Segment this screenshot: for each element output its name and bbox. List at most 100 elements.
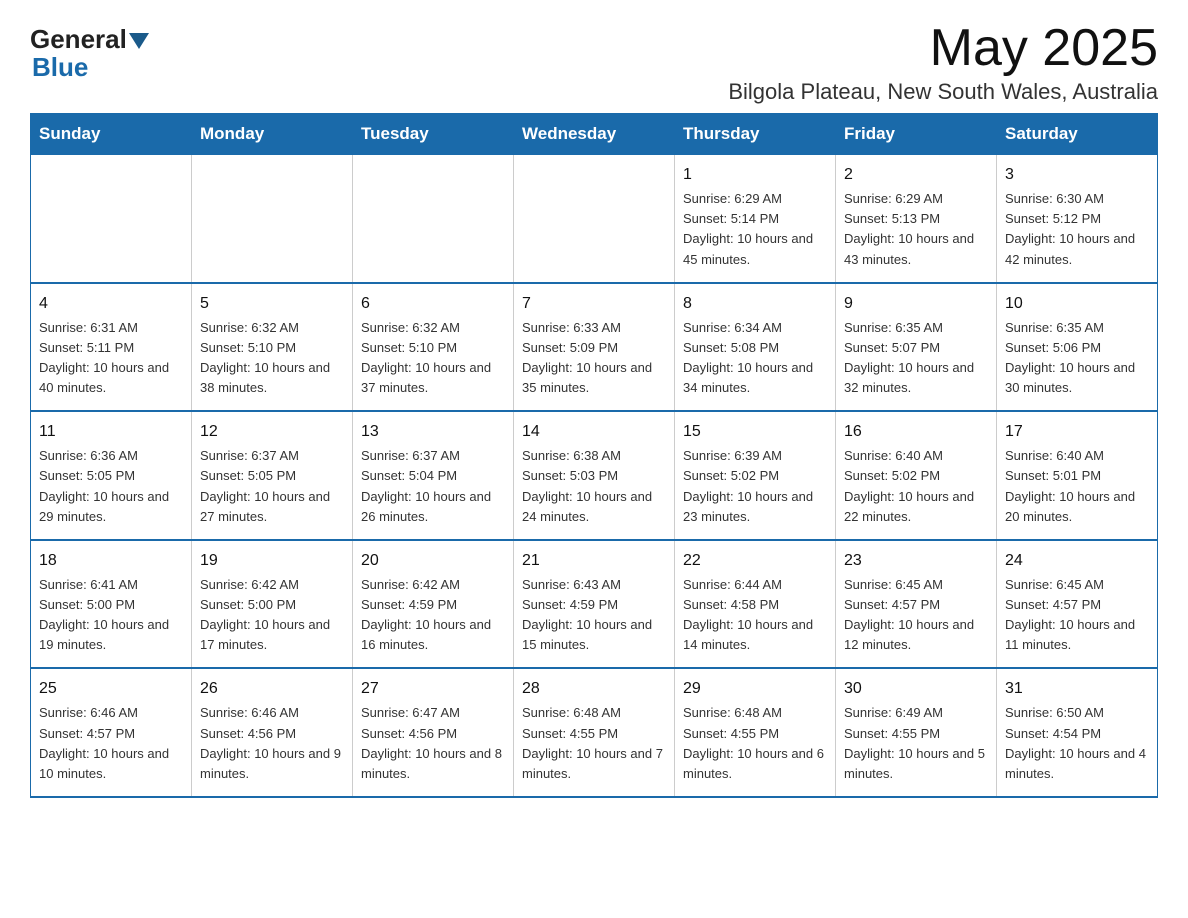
- day-number: 6: [361, 292, 505, 316]
- day-number: 22: [683, 549, 827, 573]
- day-number: 17: [1005, 420, 1149, 444]
- calendar-header-thursday: Thursday: [675, 114, 836, 155]
- day-info: Sunrise: 6:29 AMSunset: 5:14 PMDaylight:…: [683, 189, 827, 270]
- calendar-cell: 13Sunrise: 6:37 AMSunset: 5:04 PMDayligh…: [353, 411, 514, 540]
- calendar-cell: 30Sunrise: 6:49 AMSunset: 4:55 PMDayligh…: [836, 668, 997, 797]
- day-info: Sunrise: 6:40 AMSunset: 5:02 PMDaylight:…: [844, 446, 988, 527]
- calendar-cell: 27Sunrise: 6:47 AMSunset: 4:56 PMDayligh…: [353, 668, 514, 797]
- calendar-week-row: 25Sunrise: 6:46 AMSunset: 4:57 PMDayligh…: [31, 668, 1158, 797]
- day-number: 10: [1005, 292, 1149, 316]
- day-info: Sunrise: 6:35 AMSunset: 5:07 PMDaylight:…: [844, 318, 988, 399]
- day-number: 20: [361, 549, 505, 573]
- day-number: 14: [522, 420, 666, 444]
- calendar-cell: 31Sunrise: 6:50 AMSunset: 4:54 PMDayligh…: [997, 668, 1158, 797]
- day-info: Sunrise: 6:43 AMSunset: 4:59 PMDaylight:…: [522, 575, 666, 656]
- day-number: 9: [844, 292, 988, 316]
- calendar-cell: 28Sunrise: 6:48 AMSunset: 4:55 PMDayligh…: [514, 668, 675, 797]
- day-info: Sunrise: 6:39 AMSunset: 5:02 PMDaylight:…: [683, 446, 827, 527]
- day-info: Sunrise: 6:40 AMSunset: 5:01 PMDaylight:…: [1005, 446, 1149, 527]
- calendar-cell: 15Sunrise: 6:39 AMSunset: 5:02 PMDayligh…: [675, 411, 836, 540]
- day-number: 2: [844, 163, 988, 187]
- calendar-header-monday: Monday: [192, 114, 353, 155]
- day-info: Sunrise: 6:34 AMSunset: 5:08 PMDaylight:…: [683, 318, 827, 399]
- calendar-cell: 23Sunrise: 6:45 AMSunset: 4:57 PMDayligh…: [836, 540, 997, 669]
- day-number: 12: [200, 420, 344, 444]
- day-number: 28: [522, 677, 666, 701]
- calendar-week-row: 1Sunrise: 6:29 AMSunset: 5:14 PMDaylight…: [31, 155, 1158, 283]
- calendar-cell: [353, 155, 514, 283]
- day-number: 25: [39, 677, 183, 701]
- day-number: 13: [361, 420, 505, 444]
- day-info: Sunrise: 6:31 AMSunset: 5:11 PMDaylight:…: [39, 318, 183, 399]
- day-info: Sunrise: 6:48 AMSunset: 4:55 PMDaylight:…: [683, 703, 827, 784]
- day-info: Sunrise: 6:46 AMSunset: 4:57 PMDaylight:…: [39, 703, 183, 784]
- calendar-week-row: 11Sunrise: 6:36 AMSunset: 5:05 PMDayligh…: [31, 411, 1158, 540]
- logo-blue-text: Blue: [32, 52, 88, 82]
- day-number: 18: [39, 549, 183, 573]
- day-number: 31: [1005, 677, 1149, 701]
- day-info: Sunrise: 6:38 AMSunset: 5:03 PMDaylight:…: [522, 446, 666, 527]
- day-info: Sunrise: 6:47 AMSunset: 4:56 PMDaylight:…: [361, 703, 505, 784]
- logo: General Blue: [30, 20, 151, 83]
- calendar-cell: 12Sunrise: 6:37 AMSunset: 5:05 PMDayligh…: [192, 411, 353, 540]
- day-number: 15: [683, 420, 827, 444]
- day-number: 8: [683, 292, 827, 316]
- calendar-cell: 16Sunrise: 6:40 AMSunset: 5:02 PMDayligh…: [836, 411, 997, 540]
- location-subtitle: Bilgola Plateau, New South Wales, Austra…: [728, 79, 1158, 105]
- title-section: May 2025 Bilgola Plateau, New South Wale…: [728, 20, 1158, 105]
- calendar-cell: 7Sunrise: 6:33 AMSunset: 5:09 PMDaylight…: [514, 283, 675, 412]
- calendar-cell: 20Sunrise: 6:42 AMSunset: 4:59 PMDayligh…: [353, 540, 514, 669]
- calendar-week-row: 4Sunrise: 6:31 AMSunset: 5:11 PMDaylight…: [31, 283, 1158, 412]
- day-info: Sunrise: 6:35 AMSunset: 5:06 PMDaylight:…: [1005, 318, 1149, 399]
- calendar-cell: 10Sunrise: 6:35 AMSunset: 5:06 PMDayligh…: [997, 283, 1158, 412]
- calendar-cell: 19Sunrise: 6:42 AMSunset: 5:00 PMDayligh…: [192, 540, 353, 669]
- calendar-cell: 22Sunrise: 6:44 AMSunset: 4:58 PMDayligh…: [675, 540, 836, 669]
- day-info: Sunrise: 6:42 AMSunset: 4:59 PMDaylight:…: [361, 575, 505, 656]
- calendar-week-row: 18Sunrise: 6:41 AMSunset: 5:00 PMDayligh…: [31, 540, 1158, 669]
- calendar-cell: 25Sunrise: 6:46 AMSunset: 4:57 PMDayligh…: [31, 668, 192, 797]
- calendar-cell: 1Sunrise: 6:29 AMSunset: 5:14 PMDaylight…: [675, 155, 836, 283]
- day-number: 27: [361, 677, 505, 701]
- calendar-cell: 26Sunrise: 6:46 AMSunset: 4:56 PMDayligh…: [192, 668, 353, 797]
- day-number: 29: [683, 677, 827, 701]
- day-number: 30: [844, 677, 988, 701]
- calendar-cell: [192, 155, 353, 283]
- day-number: 1: [683, 163, 827, 187]
- calendar-cell: 11Sunrise: 6:36 AMSunset: 5:05 PMDayligh…: [31, 411, 192, 540]
- calendar-cell: 18Sunrise: 6:41 AMSunset: 5:00 PMDayligh…: [31, 540, 192, 669]
- day-info: Sunrise: 6:42 AMSunset: 5:00 PMDaylight:…: [200, 575, 344, 656]
- calendar-header-row: SundayMondayTuesdayWednesdayThursdayFrid…: [31, 114, 1158, 155]
- day-number: 7: [522, 292, 666, 316]
- calendar-header-sunday: Sunday: [31, 114, 192, 155]
- day-number: 3: [1005, 163, 1149, 187]
- calendar-header-saturday: Saturday: [997, 114, 1158, 155]
- calendar-cell: [514, 155, 675, 283]
- day-number: 5: [200, 292, 344, 316]
- day-info: Sunrise: 6:32 AMSunset: 5:10 PMDaylight:…: [200, 318, 344, 399]
- day-info: Sunrise: 6:46 AMSunset: 4:56 PMDaylight:…: [200, 703, 344, 784]
- calendar-header-wednesday: Wednesday: [514, 114, 675, 155]
- calendar-cell: 4Sunrise: 6:31 AMSunset: 5:11 PMDaylight…: [31, 283, 192, 412]
- calendar-cell: 21Sunrise: 6:43 AMSunset: 4:59 PMDayligh…: [514, 540, 675, 669]
- day-info: Sunrise: 6:37 AMSunset: 5:04 PMDaylight:…: [361, 446, 505, 527]
- day-number: 11: [39, 420, 183, 444]
- day-info: Sunrise: 6:29 AMSunset: 5:13 PMDaylight:…: [844, 189, 988, 270]
- day-info: Sunrise: 6:44 AMSunset: 4:58 PMDaylight:…: [683, 575, 827, 656]
- calendar-cell: 29Sunrise: 6:48 AMSunset: 4:55 PMDayligh…: [675, 668, 836, 797]
- calendar-cell: 9Sunrise: 6:35 AMSunset: 5:07 PMDaylight…: [836, 283, 997, 412]
- day-number: 23: [844, 549, 988, 573]
- day-info: Sunrise: 6:45 AMSunset: 4:57 PMDaylight:…: [1005, 575, 1149, 656]
- day-info: Sunrise: 6:50 AMSunset: 4:54 PMDaylight:…: [1005, 703, 1149, 784]
- day-info: Sunrise: 6:45 AMSunset: 4:57 PMDaylight:…: [844, 575, 988, 656]
- calendar-header-friday: Friday: [836, 114, 997, 155]
- day-info: Sunrise: 6:33 AMSunset: 5:09 PMDaylight:…: [522, 318, 666, 399]
- calendar-cell: 2Sunrise: 6:29 AMSunset: 5:13 PMDaylight…: [836, 155, 997, 283]
- day-number: 16: [844, 420, 988, 444]
- day-info: Sunrise: 6:49 AMSunset: 4:55 PMDaylight:…: [844, 703, 988, 784]
- calendar-table: SundayMondayTuesdayWednesdayThursdayFrid…: [30, 113, 1158, 798]
- day-number: 21: [522, 549, 666, 573]
- calendar-cell: 8Sunrise: 6:34 AMSunset: 5:08 PMDaylight…: [675, 283, 836, 412]
- calendar-cell: 6Sunrise: 6:32 AMSunset: 5:10 PMDaylight…: [353, 283, 514, 412]
- logo-general-text: General: [30, 26, 127, 52]
- day-number: 4: [39, 292, 183, 316]
